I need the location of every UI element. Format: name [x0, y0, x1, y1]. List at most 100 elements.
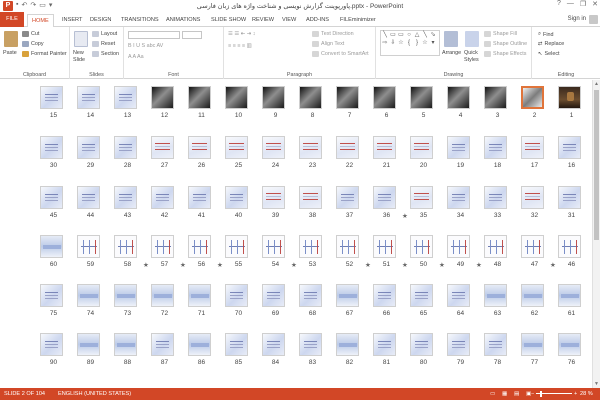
slide-preview[interactable] [77, 86, 100, 109]
slide-preview[interactable] [373, 86, 396, 109]
shapes-gallery[interactable]: ╲ ▭ ▭ ○ △ ╲ ⬂ ⇨ ⇩ ☆ { } ☆ ▾ [380, 30, 440, 56]
slide-preview[interactable] [410, 86, 433, 109]
slide-preview[interactable] [558, 186, 581, 209]
slide-thumbnail-16[interactable]: 16 [558, 136, 592, 186]
slide-preview[interactable] [521, 333, 544, 356]
slide-preview[interactable] [40, 284, 63, 307]
find-button[interactable]: ⌕ Find [538, 31, 554, 38]
slide-thumbnail-8[interactable]: 8 [299, 86, 336, 136]
slide-thumbnail-53[interactable]: 53 ★ [291, 235, 336, 285]
slide-thumbnail-50[interactable]: 50 ★ [402, 235, 447, 285]
tab-file[interactable]: FILE [0, 12, 24, 27]
slide-thumbnail-34[interactable]: 34 [447, 186, 484, 236]
slide-thumbnail-56[interactable]: 56 ★ [180, 235, 225, 285]
slide-preview[interactable] [262, 333, 285, 356]
slide-thumbnail-77[interactable]: 77 [521, 333, 558, 383]
transition-star-icon[interactable]: ★ [476, 261, 482, 269]
quick-styles-icon[interactable] [465, 31, 479, 47]
slide-thumbnail-67[interactable]: 67 [336, 284, 373, 334]
slide-thumbnail-2[interactable]: 2 [521, 86, 558, 136]
slide-thumbnail-57[interactable]: 57 ★ [143, 235, 188, 285]
slide-preview[interactable] [373, 235, 396, 258]
slide-thumbnail-17[interactable]: 17 [521, 136, 558, 186]
slide-thumbnail-24[interactable]: 24 [262, 136, 299, 186]
slide-preview[interactable] [114, 86, 137, 109]
restore-icon[interactable]: ❐ [580, 0, 586, 8]
slide-preview[interactable] [188, 186, 211, 209]
slide-preview[interactable] [447, 86, 470, 109]
slide-thumbnail-87[interactable]: 87 [151, 333, 188, 383]
arrange-button[interactable]: Arrange [442, 50, 461, 56]
line-shape-icon[interactable]: ▭ [389, 31, 397, 39]
slide-preview[interactable] [151, 86, 174, 109]
slide-preview[interactable] [114, 284, 137, 307]
slide-preview[interactable] [410, 284, 433, 307]
slide-preview[interactable] [77, 136, 100, 159]
slide-preview[interactable] [484, 186, 507, 209]
layout-button[interactable]: Layout [92, 31, 117, 37]
line-shape-icon[interactable]: ╲ [421, 31, 429, 39]
slide-preview[interactable] [484, 136, 507, 159]
transition-star-icon[interactable]: ★ [402, 212, 408, 220]
slide-thumbnail-66[interactable]: 66 [373, 284, 410, 334]
line-shape-icon[interactable]: ╲ [381, 31, 389, 39]
slide-thumbnail-31[interactable]: 31 [558, 186, 592, 236]
slide-preview[interactable] [484, 284, 507, 307]
star-shape-icon[interactable]: ☆ [421, 39, 429, 47]
slide-thumbnail-21[interactable]: 21 [373, 136, 410, 186]
slide-preview[interactable] [336, 186, 359, 209]
slide-preview[interactable] [521, 136, 544, 159]
slide-thumbnail-70[interactable]: 70 [225, 284, 262, 334]
slide-sorter[interactable]: 15 14 13 12 11 10 9 8 7 6 5 4 3 2 1 30 29 28 27 26 25 24 23 22 2… [0, 80, 592, 388]
slide-preview[interactable] [262, 86, 285, 109]
slide-thumbnail-82[interactable]: 82 [336, 333, 373, 383]
slide-thumbnail-3[interactable]: 3 [484, 86, 521, 136]
rect-shape-icon[interactable]: ▭ [397, 31, 405, 39]
slide-thumbnail-60[interactable]: 60 [40, 235, 77, 285]
slide-preview[interactable] [77, 333, 100, 356]
slide-thumbnail-7[interactable]: 7 [336, 86, 373, 136]
arrow-shape-icon[interactable]: ⇩ [389, 39, 397, 47]
slide-preview[interactable] [558, 86, 581, 109]
tab-fileminimizer[interactable]: FILEminimizer [336, 14, 380, 26]
slide-preview[interactable] [410, 235, 433, 258]
slide-thumbnail-69[interactable]: 69 [262, 284, 299, 334]
zoom-level[interactable]: 28 % [580, 391, 593, 397]
section-button[interactable]: Section [92, 51, 119, 57]
convert-smartart-button[interactable]: Convert to SmartArt [312, 51, 369, 57]
new-slide-button[interactable]: New [73, 50, 84, 56]
slide-preview[interactable] [262, 136, 285, 159]
slide-preview[interactable] [299, 333, 322, 356]
slide-thumbnail-83[interactable]: 83 [299, 333, 336, 383]
slide-thumbnail-48[interactable]: 48 ★ [476, 235, 521, 285]
tab-view[interactable]: VIEW [278, 14, 300, 26]
slide-thumbnail-85[interactable]: 85 [225, 333, 262, 383]
slide-preview[interactable] [299, 136, 322, 159]
slide-thumbnail-47[interactable]: 47 [521, 235, 558, 285]
slide-thumbnail-39[interactable]: 39 [262, 186, 299, 236]
transition-star-icon[interactable]: ★ [365, 261, 371, 269]
scroll-down-icon[interactable]: ▼ [594, 381, 599, 387]
slide-thumbnail-61[interactable]: 61 [558, 284, 592, 334]
slide-thumbnail-75[interactable]: 75 [40, 284, 77, 334]
slide-preview[interactable] [558, 136, 581, 159]
slide-thumbnail-72[interactable]: 72 [151, 284, 188, 334]
minimize-icon[interactable]: — [567, 0, 574, 8]
slide-thumbnail-63[interactable]: 63 [484, 284, 521, 334]
slide-thumbnail-44[interactable]: 44 [77, 186, 114, 236]
align-text-button[interactable]: Align Text [312, 41, 344, 47]
slide-thumbnail-81[interactable]: 81 [373, 333, 410, 383]
font-size-select[interactable] [182, 31, 202, 39]
slide-thumbnail-80[interactable]: 80 [410, 333, 447, 383]
slide-preview[interactable] [299, 86, 322, 109]
cut-button[interactable]: Cut [22, 31, 39, 37]
transition-star-icon[interactable]: ★ [180, 261, 186, 269]
slide-preview[interactable] [225, 235, 248, 258]
paste-icon[interactable] [4, 31, 18, 47]
slide-preview[interactable] [40, 136, 63, 159]
avatar[interactable] [589, 15, 598, 24]
arrange-icon[interactable] [444, 31, 458, 47]
slide-preview[interactable] [521, 284, 544, 307]
font-family-select[interactable] [128, 31, 180, 39]
slide-preview[interactable] [188, 333, 211, 356]
